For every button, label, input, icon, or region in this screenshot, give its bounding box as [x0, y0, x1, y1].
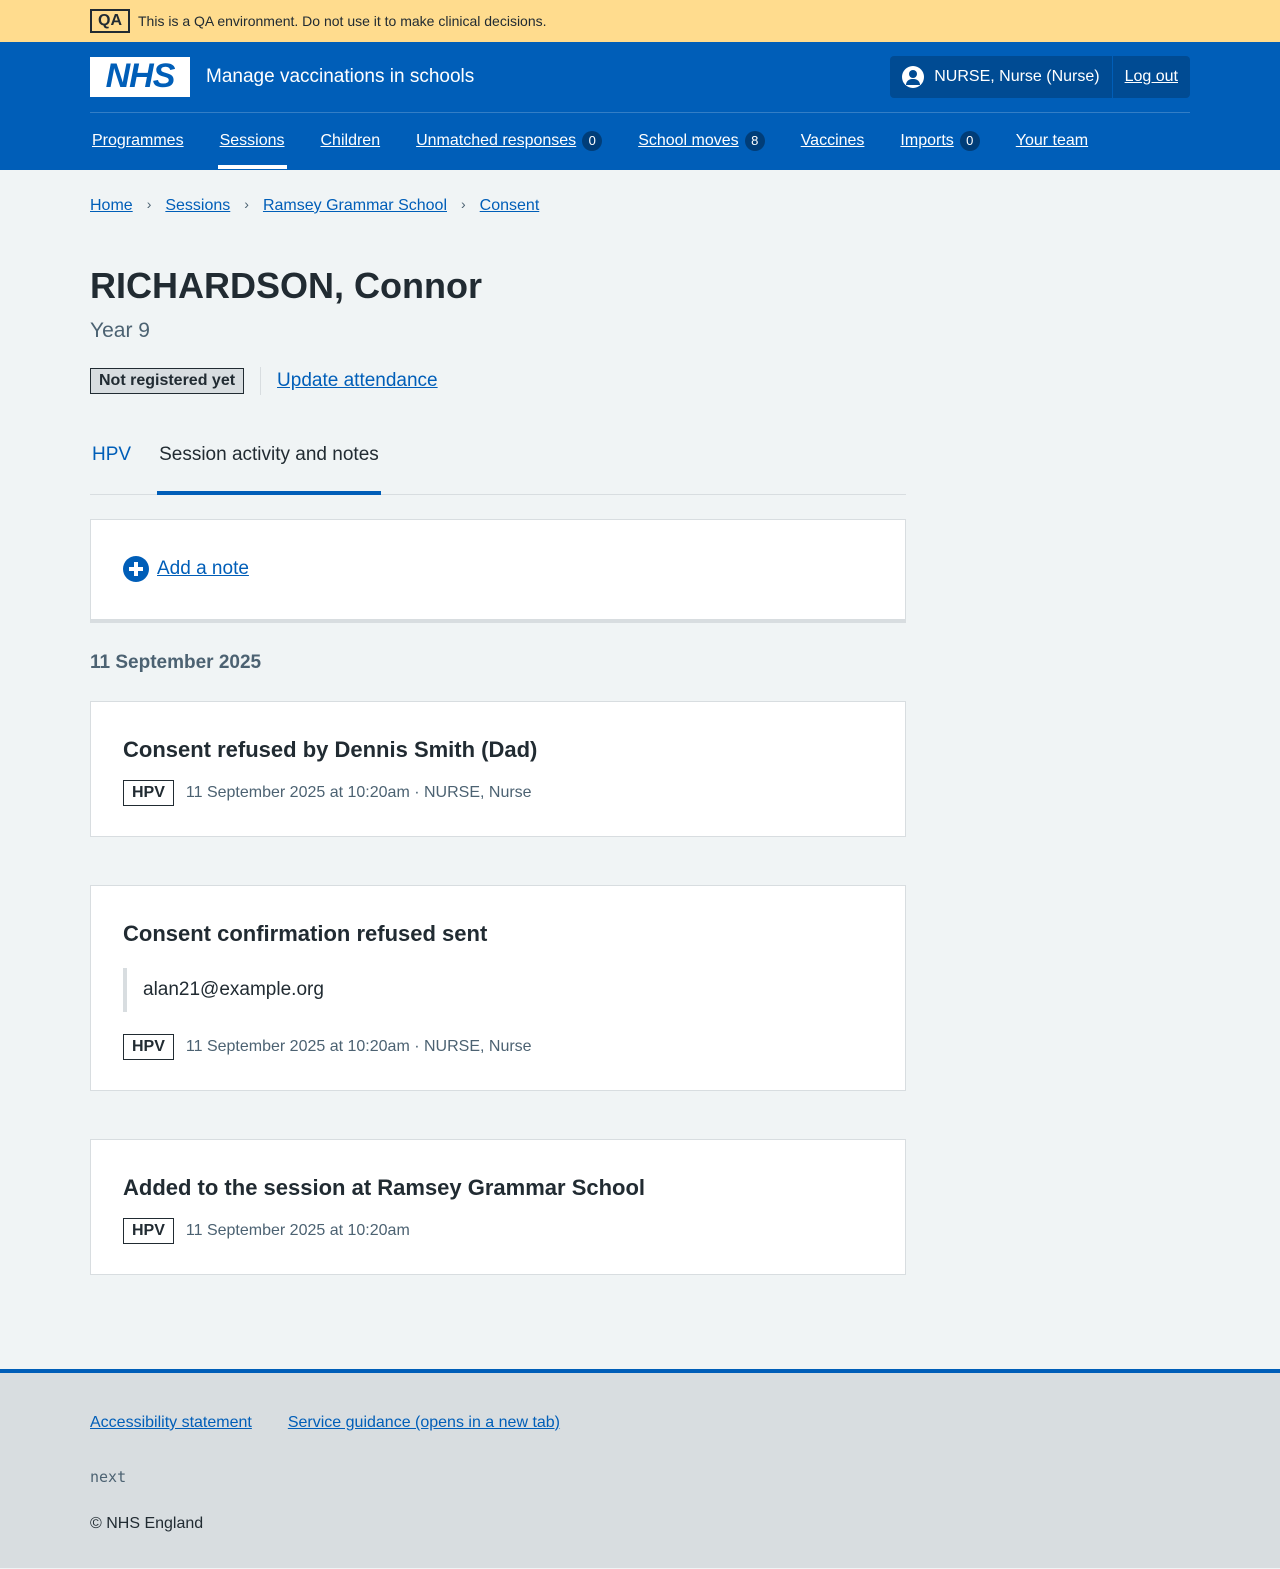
nav-item-school-moves[interactable]: School moves 8: [636, 113, 767, 169]
user-icon: [902, 66, 925, 88]
activity-title: Consent refused by Dennis Smith (Dad): [123, 736, 538, 762]
qa-environment-banner: QA This is a QA environment. Do not use …: [0, 0, 1280, 42]
account-user: NURSE, Nurse (Nurse): [890, 56, 1113, 98]
breadcrumb-consent[interactable]: Consent: [480, 194, 540, 218]
tab-hpv-link[interactable]: HPV: [92, 441, 131, 469]
count-badge: 8: [744, 131, 765, 151]
site-footer: Accessibility statement Service guidance…: [0, 1368, 1280, 1568]
service-guidance-link[interactable]: Service guidance (opens in a new tab): [288, 1411, 560, 1435]
nav-item-unmatched-responses[interactable]: Unmatched responses 0: [414, 113, 604, 169]
programme-tag: HPV: [123, 1217, 174, 1244]
accessibility-statement-link[interactable]: Accessibility statement: [90, 1411, 252, 1435]
breadcrumb-sessions[interactable]: Sessions: [165, 194, 230, 218]
nav-item-vaccines[interactable]: Vaccines: [799, 113, 867, 169]
count-badge: 0: [959, 131, 980, 151]
activity-card: Consent confirmation refused sent alan21…: [90, 884, 906, 1091]
activity-title: Added to the session at Ramsey Grammar S…: [123, 1174, 646, 1200]
site-header: NHS Manage vaccinations in schools NURSE…: [0, 42, 1280, 170]
nav-link-imports[interactable]: Imports: [900, 129, 953, 153]
plus-circle-icon[interactable]: [123, 556, 149, 583]
nav-link-your-team[interactable]: Your team: [1016, 129, 1088, 153]
activity-title: Consent confirmation refused sent: [123, 920, 488, 946]
tab-list: HPV Session activity and notes: [90, 437, 906, 495]
account-menu: NURSE, Nurse (Nurse) Log out: [890, 56, 1190, 98]
logout-link[interactable]: Log out: [1125, 65, 1178, 89]
chevron-right-icon: ›: [146, 196, 152, 212]
nav-link-sessions[interactable]: Sessions: [220, 129, 285, 153]
account-user-name: NURSE, Nurse (Nurse): [934, 68, 1100, 86]
activity-meta: HPV 11 September 2025 at 10:20am: [123, 1217, 873, 1244]
nav-item-imports[interactable]: Imports 0: [898, 113, 981, 169]
count-badge: 0: [582, 131, 603, 151]
nhs-logo[interactable]: NHS: [90, 57, 190, 97]
breadcrumb-home[interactable]: Home: [90, 194, 133, 218]
nav-item-your-team[interactable]: Your team: [1014, 113, 1090, 169]
activity-meta-text: 11 September 2025 at 10:20am · NURSE, Nu…: [185, 784, 532, 802]
inset-text: alan21@example.org: [123, 967, 873, 1012]
copyright: © NHS England: [90, 1515, 204, 1533]
add-note-link[interactable]: Add a note: [157, 555, 249, 583]
activity-card: Added to the session at Ramsey Grammar S…: [90, 1138, 906, 1275]
nav-link-programmes[interactable]: Programmes: [92, 129, 184, 153]
activity-card: Consent refused by Dennis Smith (Dad) HP…: [90, 700, 906, 837]
status-badge: Not registered yet: [90, 367, 245, 394]
programme-tag: HPV: [123, 1033, 174, 1060]
qa-banner-text: This is a QA environment. Do not use it …: [138, 12, 547, 29]
update-attendance-link[interactable]: Update attendance: [277, 367, 438, 395]
date-heading: 11 September 2025: [90, 651, 262, 673]
nav-item-programmes[interactable]: Programmes: [90, 113, 186, 169]
activity-meta-text: 11 September 2025 at 10:20am: [185, 1222, 410, 1240]
chevron-right-icon: ›: [461, 196, 466, 212]
service-name[interactable]: Manage vaccinations in schools: [206, 63, 474, 91]
year-group-caption: Year 9: [90, 319, 150, 342]
app-version: next: [90, 1468, 127, 1487]
footer-links: Accessibility statement Service guidance…: [90, 1411, 1190, 1435]
primary-navigation: Programmes Sessions Children Unmatched r…: [90, 113, 1190, 169]
attendance-status-row: Not registered yet Update attendance: [90, 366, 1190, 395]
page-title: RICHARDSON, Connor: [90, 265, 482, 306]
chevron-right-icon: ›: [244, 196, 249, 212]
add-note-card: Add a note: [90, 518, 906, 623]
nav-item-sessions[interactable]: Sessions: [217, 113, 287, 169]
activity-meta: HPV 11 September 2025 at 10:20am · NURSE…: [123, 779, 873, 806]
nav-link-vaccines[interactable]: Vaccines: [801, 129, 865, 153]
tab-hpv[interactable]: HPV: [90, 437, 133, 494]
breadcrumb: Home › Sessions › Ramsey Grammar School …: [90, 170, 1190, 242]
divider: [260, 366, 262, 395]
brand[interactable]: NHS Manage vaccinations in schools: [90, 57, 474, 97]
programme-tag: HPV: [123, 779, 174, 806]
qa-tag: QA: [90, 9, 130, 33]
breadcrumb-school[interactable]: Ramsey Grammar School: [263, 194, 447, 218]
tab-session-activity-label[interactable]: Session activity and notes: [159, 441, 379, 469]
nav-link-unmatched-responses[interactable]: Unmatched responses: [416, 129, 576, 153]
nav-item-children[interactable]: Children: [319, 113, 383, 169]
activity-meta-text: 11 September 2025 at 10:20am · NURSE, Nu…: [185, 1038, 532, 1056]
activity-meta: HPV 11 September 2025 at 10:20am · NURSE…: [123, 1033, 873, 1060]
main-content: Home › Sessions › Ramsey Grammar School …: [0, 170, 1280, 1275]
tab-session-activity[interactable]: Session activity and notes: [157, 437, 381, 495]
nav-link-school-moves[interactable]: School moves: [638, 129, 739, 153]
nav-link-children[interactable]: Children: [321, 129, 381, 153]
